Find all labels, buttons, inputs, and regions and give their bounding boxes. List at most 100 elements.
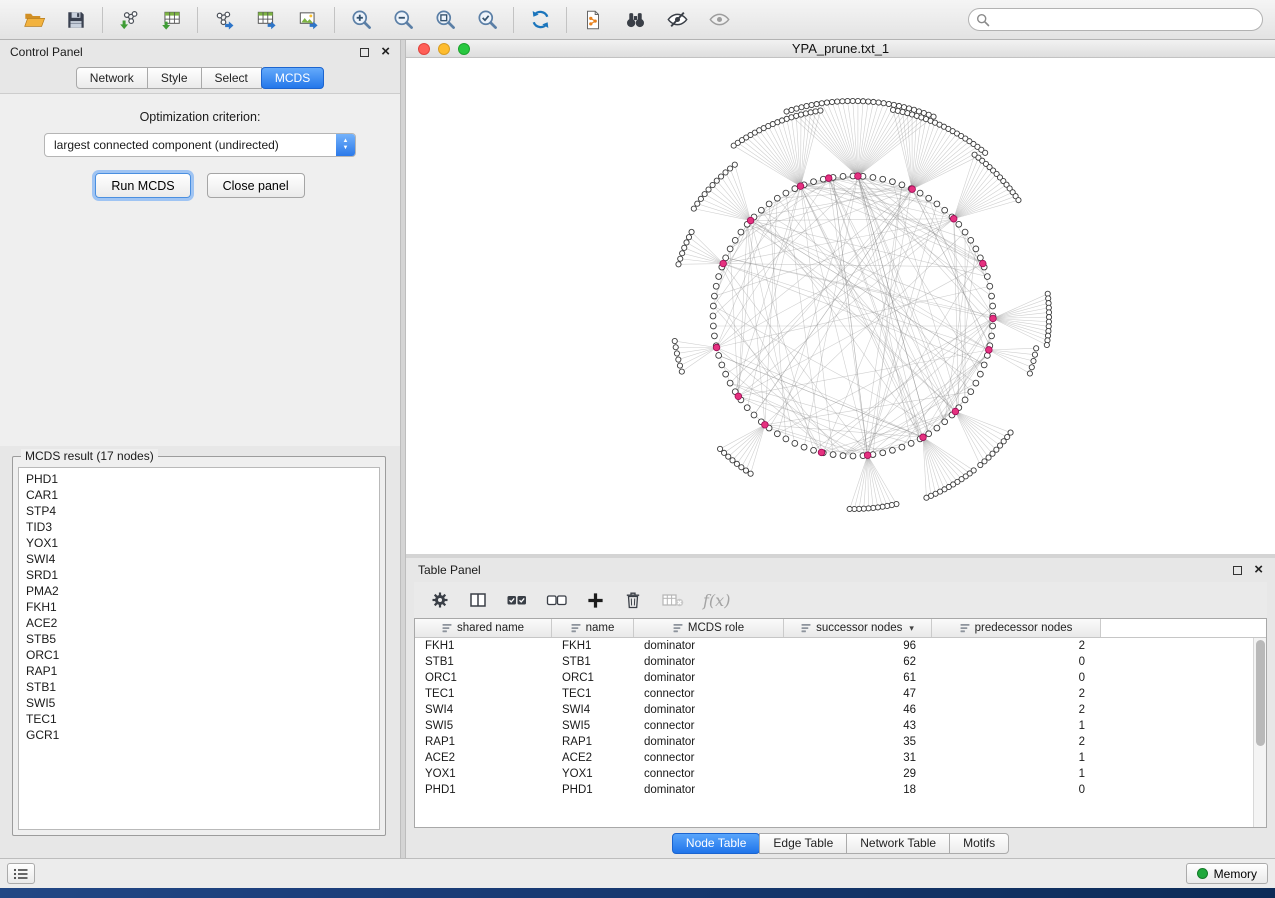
- zoom-out-button[interactable]: [386, 5, 420, 35]
- column-header-filler: [1101, 619, 1266, 637]
- table-cell: 2: [932, 704, 1101, 716]
- tab-mcds[interactable]: MCDS: [261, 67, 324, 89]
- mcds-result-title: MCDS result (17 nodes): [21, 449, 158, 463]
- run-mcds-button[interactable]: Run MCDS: [95, 173, 190, 198]
- function-builder-button[interactable]: f(x): [703, 591, 730, 610]
- mcds-node-item[interactable]: GCR1: [19, 727, 379, 743]
- table-row[interactable]: TEC1TEC1connector472: [415, 686, 1253, 702]
- table-settings-button[interactable]: [430, 590, 450, 610]
- table-cell: TEC1: [552, 688, 634, 700]
- select-all-button[interactable]: [506, 590, 528, 610]
- mcds-node-item[interactable]: PMA2: [19, 583, 379, 599]
- float-panel-icon[interactable]: [360, 48, 369, 57]
- tab-edge-table[interactable]: Edge Table: [759, 833, 847, 854]
- zoom-out-icon: [392, 8, 415, 31]
- column-header-name[interactable]: name: [552, 619, 634, 637]
- network-canvas[interactable]: [406, 58, 1275, 554]
- table-row[interactable]: ACE2ACE2connector311: [415, 750, 1253, 766]
- mcds-node-item[interactable]: FKH1: [19, 599, 379, 615]
- float-table-panel-icon[interactable]: [1233, 566, 1242, 575]
- close-window-button[interactable]: [418, 43, 430, 55]
- show-columns-button[interactable]: [468, 590, 488, 610]
- create-column-button[interactable]: [586, 591, 605, 610]
- tab-network[interactable]: Network: [76, 67, 148, 89]
- delete-column-button[interactable]: [623, 590, 643, 610]
- column-header-predecessor-nodes[interactable]: predecessor nodes: [932, 619, 1101, 637]
- mcds-node-item[interactable]: STP4: [19, 503, 379, 519]
- tab-select[interactable]: Select: [201, 67, 262, 89]
- search-input[interactable]: [968, 8, 1263, 31]
- column-header-successor-nodes[interactable]: successor nodes▾: [784, 619, 932, 637]
- show-all-button[interactable]: [702, 5, 736, 35]
- mcds-node-item[interactable]: ORC1: [19, 647, 379, 663]
- mcds-node-item[interactable]: TID3: [19, 519, 379, 535]
- show-panels-button[interactable]: [7, 863, 35, 884]
- export-network-button[interactable]: [207, 5, 241, 35]
- delete-table-button[interactable]: [661, 590, 685, 610]
- table-cell: dominator: [634, 656, 784, 668]
- deselect-all-button[interactable]: [546, 590, 568, 610]
- minimize-window-button[interactable]: [438, 43, 450, 55]
- table-cell: STB1: [552, 656, 634, 668]
- mcds-node-item[interactable]: CAR1: [19, 487, 379, 503]
- table-cell: dominator: [634, 672, 784, 684]
- import-table-icon: [160, 9, 182, 31]
- import-network-button[interactable]: [112, 5, 146, 35]
- table-tabs: Node TableEdge TableNetwork TableMotifs: [406, 828, 1275, 858]
- memory-button[interactable]: Memory: [1186, 863, 1268, 884]
- column-header-MCDS-role[interactable]: MCDS role: [634, 619, 784, 637]
- close-panel-icon[interactable]: ×: [381, 47, 390, 57]
- table-row[interactable]: RAP1RAP1dominator352: [415, 734, 1253, 750]
- mcds-node-item[interactable]: PHD1: [19, 471, 379, 487]
- table-scrollbar[interactable]: [1253, 638, 1266, 827]
- table-row[interactable]: FKH1FKH1dominator962: [415, 638, 1253, 654]
- close-table-panel-icon[interactable]: ×: [1254, 565, 1263, 575]
- table-row[interactable]: PHD1PHD1dominator180: [415, 782, 1253, 798]
- mcds-node-item[interactable]: ACE2: [19, 615, 379, 631]
- table-scrollbar-thumb[interactable]: [1256, 640, 1265, 746]
- table-row[interactable]: YOX1YOX1connector291: [415, 766, 1253, 782]
- mcds-node-item[interactable]: SWI4: [19, 551, 379, 567]
- tab-style[interactable]: Style: [147, 67, 202, 89]
- find-button[interactable]: [618, 5, 652, 35]
- zoom-in-icon: [350, 8, 373, 31]
- table-cell: connector: [634, 688, 784, 700]
- mcds-node-item[interactable]: STB1: [19, 679, 379, 695]
- table-row[interactable]: ORC1ORC1dominator610: [415, 670, 1253, 686]
- table-panel-header: Table Panel ×: [406, 558, 1275, 582]
- maximize-window-button[interactable]: [458, 43, 470, 55]
- save-session-button[interactable]: [59, 5, 93, 35]
- zoom-in-button[interactable]: [344, 5, 378, 35]
- open-file-button[interactable]: [17, 5, 51, 35]
- mcds-node-item[interactable]: RAP1: [19, 663, 379, 679]
- refresh-button[interactable]: [523, 5, 557, 35]
- criterion-dropdown[interactable]: largest connected component (undirected)…: [44, 133, 356, 157]
- table-cell: 46: [784, 704, 932, 716]
- plus-icon: [586, 591, 605, 610]
- table-row[interactable]: SWI4SWI4dominator462: [415, 702, 1253, 718]
- search-box: [968, 8, 1263, 31]
- zoom-selected-button[interactable]: [470, 5, 504, 35]
- network-document-button[interactable]: [576, 5, 610, 35]
- table-cell: 1: [932, 720, 1101, 732]
- export-image-button[interactable]: [291, 5, 325, 35]
- import-table-button[interactable]: [154, 5, 188, 35]
- hide-selected-button[interactable]: [660, 5, 694, 35]
- node-table: shared namenameMCDS rolesuccessor nodes▾…: [414, 618, 1267, 828]
- mcds-node-item[interactable]: SWI5: [19, 695, 379, 711]
- mcds-node-item[interactable]: YOX1: [19, 535, 379, 551]
- tab-node-table[interactable]: Node Table: [672, 833, 761, 854]
- column-header-shared-name[interactable]: shared name: [415, 619, 552, 637]
- table-row[interactable]: SWI5SWI5connector431: [415, 718, 1253, 734]
- optimization-criterion-label: Optimization criterion:: [140, 110, 261, 124]
- export-table-button[interactable]: [249, 5, 283, 35]
- mcds-node-item[interactable]: TEC1: [19, 711, 379, 727]
- tab-motifs[interactable]: Motifs: [949, 833, 1009, 854]
- tab-network-table[interactable]: Network Table: [846, 833, 950, 854]
- zoom-fit-button[interactable]: [428, 5, 462, 35]
- close-panel-button[interactable]: Close panel: [207, 173, 305, 198]
- mcds-node-item[interactable]: SRD1: [19, 567, 379, 583]
- refresh-icon: [529, 8, 552, 31]
- table-row[interactable]: STB1STB1dominator620: [415, 654, 1253, 670]
- mcds-node-item[interactable]: STB5: [19, 631, 379, 647]
